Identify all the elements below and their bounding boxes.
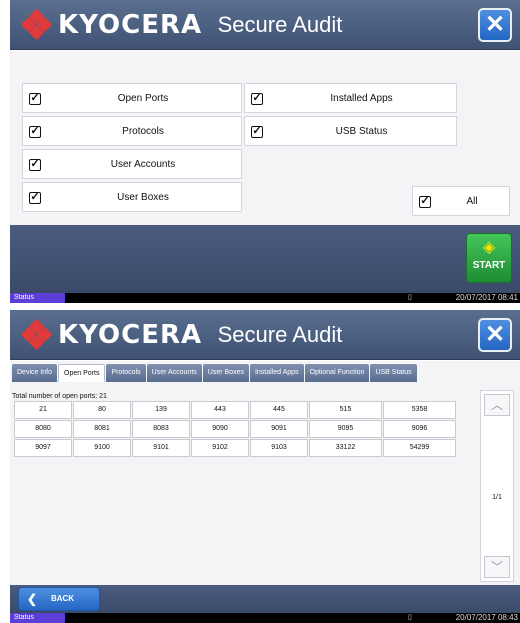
port-cell: 443	[191, 401, 249, 419]
port-cell: 9097	[14, 439, 72, 457]
secure-audit-selection-screen: KYOCERA Secure Audit ✕ ✓ Open Ports ✓ Pr…	[10, 0, 520, 303]
port-cell: 445	[250, 401, 308, 419]
port-cell: 54299	[383, 439, 456, 457]
checkbox-installed-apps[interactable]: ✓	[251, 93, 263, 105]
option-all[interactable]: ✓ All	[412, 186, 510, 216]
close-button[interactable]: ✕	[478, 318, 512, 352]
checkbox-usb-status[interactable]: ✓	[251, 126, 263, 138]
close-icon: ✕	[484, 321, 506, 348]
checkbox-all[interactable]: ✓	[419, 196, 431, 208]
result-tabs: Device Info Open Ports Protocols User Ac…	[12, 364, 418, 382]
port-cell: 9095	[309, 420, 382, 438]
title-bar: KYOCERA Secure Audit ✕	[10, 310, 520, 360]
status-bar: Status ▯ 20/07/2017 08:43	[10, 613, 520, 623]
open-ports-total: Total number of open ports: 21	[12, 393, 107, 400]
port-cell: 9103	[250, 439, 308, 457]
screen-title: Secure Audit	[217, 12, 343, 37]
option-protocols[interactable]: ✓ Protocols	[22, 116, 242, 146]
checkbox-user-boxes[interactable]: ✓	[29, 192, 41, 204]
tab-installed-apps[interactable]: Installed Apps	[249, 364, 304, 382]
checkbox-user-accounts[interactable]: ✓	[29, 159, 41, 171]
port-cell: 9090	[191, 420, 249, 438]
port-cell: 21	[14, 401, 72, 419]
option-open-ports[interactable]: ✓ Open Ports	[22, 83, 242, 113]
logo-mark-icon	[20, 318, 53, 351]
option-label: USB Status	[335, 126, 388, 137]
port-cell: 9101	[132, 439, 190, 457]
checkbox-protocols[interactable]: ✓	[29, 126, 41, 138]
screen-title: Secure Audit	[217, 322, 343, 347]
port-cell: 8083	[132, 420, 190, 438]
audit-options-panel: ✓ Open Ports ✓ Protocols ✓ User Accounts…	[10, 51, 520, 225]
port-cell: 139	[132, 401, 190, 419]
back-arrow-icon: ❮	[27, 592, 38, 606]
option-user-accounts[interactable]: ✓ User Accounts	[22, 149, 242, 179]
port-cell: 33122	[309, 439, 382, 457]
status-button[interactable]: Status	[10, 293, 65, 303]
secure-audit-results-screen: KYOCERA Secure Audit ✕ Device Info Open …	[10, 310, 520, 623]
option-label: All	[466, 196, 478, 207]
status-indicator-icon: ▯	[408, 614, 412, 621]
scroll-down-button[interactable]: ﹀	[484, 556, 510, 578]
tab-optional-function[interactable]: Optional Function	[304, 364, 370, 382]
option-label: Installed Apps	[330, 93, 393, 104]
results-panel: Device Info Open Ports Protocols User Ac…	[10, 361, 520, 585]
tab-open-ports[interactable]: Open Ports	[58, 364, 106, 382]
close-button[interactable]: ✕	[478, 8, 512, 42]
open-ports-table: 21 80 139 443 445 515 5358 8080 8081 808…	[14, 401, 456, 457]
port-cell: 9102	[191, 439, 249, 457]
chevron-up-icon: ︿	[490, 398, 503, 412]
title-bar: KYOCERA Secure Audit ✕	[10, 0, 520, 50]
port-cell: 8081	[73, 420, 131, 438]
port-cell: 5358	[383, 401, 456, 419]
start-icon: ◈	[482, 239, 496, 256]
page-indicator: 1/1	[492, 494, 502, 501]
option-label: Protocols	[122, 126, 164, 137]
back-button[interactable]: ❮ BACK	[18, 587, 100, 611]
kyocera-logo: KYOCERA	[20, 8, 202, 42]
status-bar: Status ▯ 20/07/2017 08:41	[10, 293, 520, 303]
tab-user-accounts[interactable]: User Accounts	[146, 364, 202, 382]
timestamp: 20/07/2017 08:41	[455, 293, 518, 302]
status-indicator-icon: ▯	[408, 294, 412, 301]
page-scroll-panel: ︿ 1/1 ﹀	[480, 390, 514, 582]
option-label: User Accounts	[110, 159, 176, 170]
scroll-up-button[interactable]: ︿	[484, 394, 510, 416]
timestamp: 20/07/2017 08:43	[455, 613, 518, 622]
tab-device-info[interactable]: Device Info	[12, 364, 58, 382]
option-label: User Boxes	[117, 192, 169, 203]
action-bar: ❮ BACK	[10, 585, 520, 613]
checkbox-open-ports[interactable]: ✓	[29, 93, 41, 105]
logo-mark-icon	[20, 8, 53, 41]
port-cell: 9091	[250, 420, 308, 438]
tab-usb-status[interactable]: USB Status	[370, 364, 417, 382]
option-installed-apps[interactable]: ✓ Installed Apps	[244, 83, 457, 113]
port-cell: 9096	[383, 420, 456, 438]
option-user-boxes[interactable]: ✓ User Boxes	[22, 182, 242, 212]
port-cell: 515	[309, 401, 382, 419]
chevron-down-icon: ﹀	[490, 560, 503, 574]
tab-protocols[interactable]: Protocols	[106, 364, 146, 382]
port-cell: 8080	[14, 420, 72, 438]
option-usb-status[interactable]: ✓ USB Status	[244, 116, 457, 146]
port-cell: 80	[73, 401, 131, 419]
port-cell: 9100	[73, 439, 131, 457]
action-bar: ◈ START	[10, 225, 520, 293]
tab-user-boxes[interactable]: User Boxes	[202, 364, 249, 382]
kyocera-logo: KYOCERA	[20, 318, 202, 352]
start-button[interactable]: ◈ START	[466, 233, 512, 283]
status-button[interactable]: Status	[10, 613, 65, 623]
option-label: Open Ports	[117, 93, 169, 104]
close-icon: ✕	[484, 11, 506, 38]
